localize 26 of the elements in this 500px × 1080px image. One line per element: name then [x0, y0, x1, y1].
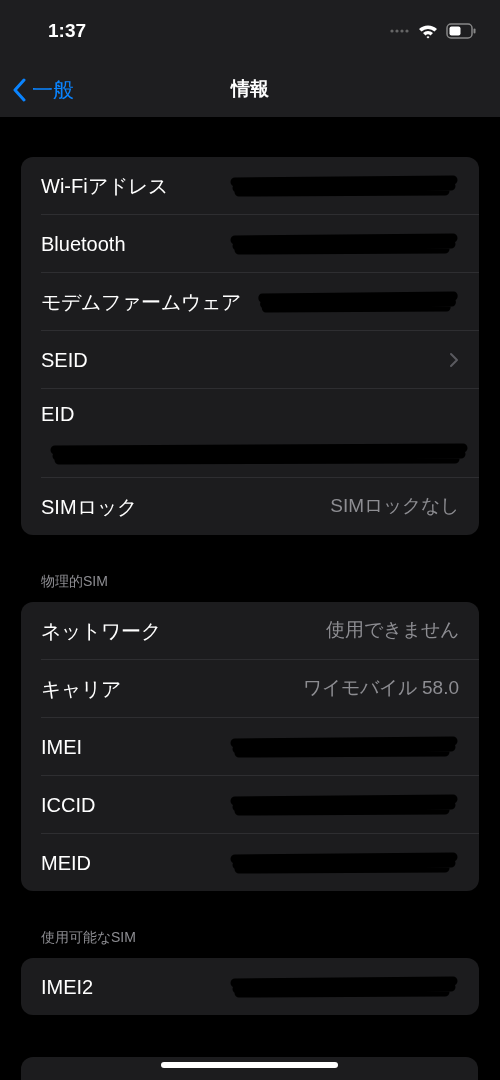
row-value: ワイモバイル 58.0: [302, 676, 459, 701]
row-label: ICCID: [41, 792, 96, 818]
chevron-right-icon: [449, 351, 459, 368]
row-label: モデムファームウェア: [41, 289, 241, 315]
section-header: 物理的SIM: [40, 572, 109, 591]
battery-icon: [446, 23, 476, 39]
signal-dots-icon: [390, 29, 410, 33]
status-time: 1:37: [48, 18, 87, 43]
row-value: 使用できません: [326, 618, 459, 643]
row-label: SEID: [41, 347, 88, 373]
row-label: ネットワーク: [41, 618, 161, 644]
row-label: EID: [41, 402, 75, 427]
row-label: IMEI2: [41, 974, 94, 1000]
page-title: 情報: [231, 77, 269, 102]
row-label: Bluetooth: [41, 231, 126, 257]
row-value: SIMロックなし: [330, 494, 459, 519]
section-header: 使用可能なSIM: [40, 928, 137, 947]
back-button[interactable]: 一般: [0, 73, 74, 106]
row-label: SIMロック: [41, 494, 137, 520]
row-label: Wi-Fiアドレス: [41, 173, 168, 199]
settings-row[interactable]: SEID: [41, 331, 479, 389]
row-label: キャリア: [41, 676, 121, 702]
row-label: IMEI: [41, 734, 83, 760]
row-label: MEID: [41, 850, 91, 876]
wifi-icon: [418, 23, 438, 39]
chevron-left-icon: [12, 77, 26, 102]
